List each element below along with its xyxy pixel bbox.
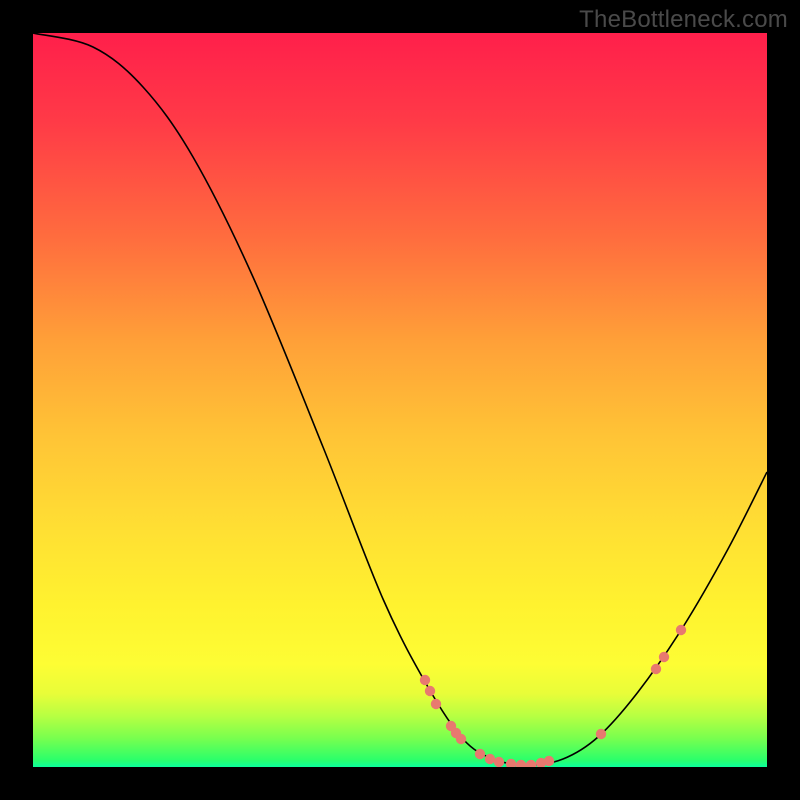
data-point	[526, 760, 536, 767]
data-point	[516, 760, 526, 767]
performance-curve	[33, 33, 767, 765]
data-point	[456, 734, 466, 744]
data-point	[425, 686, 435, 696]
data-point	[485, 754, 495, 764]
plot-area	[33, 33, 767, 767]
data-point	[659, 652, 669, 662]
curve-svg	[33, 33, 767, 767]
highlight-dots	[420, 625, 686, 767]
data-point	[651, 664, 661, 674]
data-point	[420, 675, 430, 685]
data-point	[475, 749, 485, 759]
watermark-text: TheBottleneck.com	[579, 6, 788, 34]
data-point	[596, 729, 606, 739]
data-point	[431, 699, 441, 709]
data-point	[676, 625, 686, 635]
data-point	[544, 756, 554, 766]
chart-frame: TheBottleneck.com	[0, 0, 800, 800]
data-point	[506, 759, 516, 767]
data-point	[494, 757, 504, 767]
